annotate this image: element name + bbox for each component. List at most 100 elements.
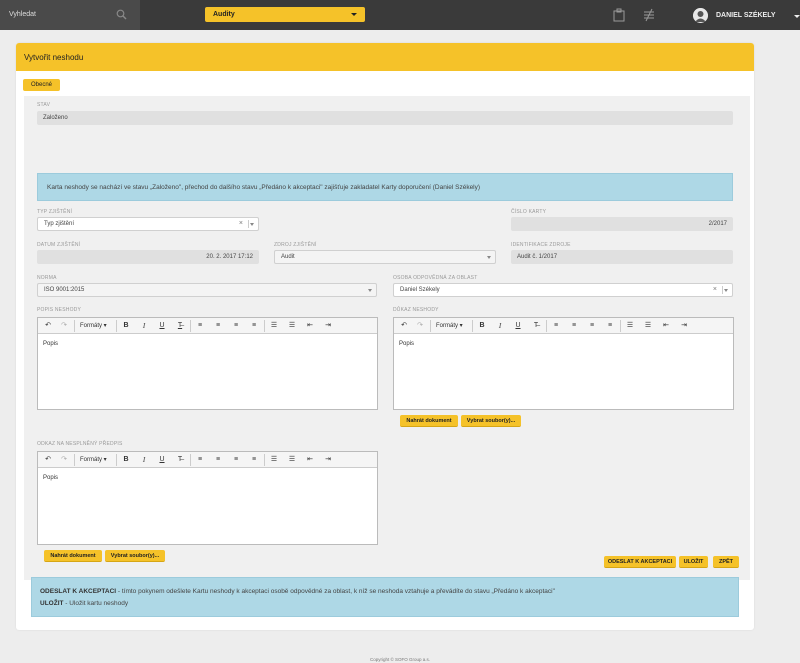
send-to-acceptance-button[interactable]: ODESLAT K AKCEPTACI [604,556,676,568]
avatar[interactable] [693,8,708,23]
datum-field: 20. 2. 2017 17:12 [37,250,259,264]
help-line-save: ULOŽIT - Uložit kartu neshody [40,600,128,607]
bullet-list-icon[interactable]: ☰ [268,455,280,465]
popis-editor[interactable]: ↶ ↷ Formáty ▾ B I U T̶ ≡ ≡ ≡ ≡ ☰ ☰ ⇤ ⇥ P… [37,317,378,410]
align-justify-icon[interactable]: ≡ [248,455,260,465]
stav-label: STAV [37,102,51,108]
predpis-editor[interactable]: ↶ ↷ Formáty ▾ B I U T̶ ≡ ≡ ≡ ≡ ☰ ☰ ⇤ ⇥ P… [37,451,378,545]
toolbar-divider [430,320,431,332]
numbered-list-icon[interactable]: ☰ [642,321,654,331]
save-button[interactable]: ULOŽIT [679,556,708,568]
typ-select[interactable]: Typ zjištění × [37,217,259,231]
formats-label: Formáty [80,457,103,463]
numbered-list-icon[interactable]: ☰ [286,321,298,331]
search-icon[interactable] [116,9,127,22]
card-header: Vytvořit neshodu [16,43,754,71]
bold-button[interactable]: B [120,321,132,331]
popis-label: POPIS NESHODY [37,307,81,313]
module-select[interactable]: Audity [205,7,365,22]
underline-button[interactable]: U [512,321,524,331]
undo-icon[interactable]: ↶ [42,455,54,465]
align-left-icon[interactable]: ≡ [194,321,206,331]
outdent-icon[interactable]: ⇤ [304,455,316,465]
chevron-down-icon[interactable] [250,223,254,226]
align-left-icon[interactable]: ≡ [550,321,562,331]
bold-button[interactable]: B [476,321,488,331]
italic-button[interactable]: I [138,455,150,465]
chevron-down-icon[interactable] [794,15,800,18]
clear-format-button[interactable]: T̶ [174,455,186,465]
clear-format-button[interactable]: T̶ [530,321,542,331]
underline-button[interactable]: U [156,455,168,465]
toolbar-divider [74,454,75,466]
toolbar-divider [620,320,621,332]
zdroj-select: Audit [274,250,496,264]
list-strike-icon[interactable] [642,8,656,24]
user-name[interactable]: DANIEL SZÉKELY [716,12,776,19]
toolbar-divider [116,454,117,466]
dukaz-editor[interactable]: ↶ ↷ Formáty ▾ B I U T̶ ≡ ≡ ≡ ≡ ☰ ☰ ⇤ ⇥ P… [393,317,734,410]
help-line-send: ODESLAT K AKCEPTACI - tímto pokynem odeš… [40,588,555,595]
help-send-text: - tímto pokynem odešlete Kartu neshody k… [116,588,555,595]
search-box[interactable]: Vyhledat [0,0,140,30]
align-justify-icon[interactable]: ≡ [248,321,260,331]
formats-dropdown[interactable]: Formáty ▾ [80,321,107,331]
indent-icon[interactable]: ⇥ [678,321,690,331]
stav-field: Založeno [37,111,733,125]
underline-button[interactable]: U [156,321,168,331]
editor-content[interactable]: Popis [43,475,58,481]
formats-label: Formáty [80,323,103,329]
search-input[interactable]: Vyhledat [9,11,36,18]
bold-button[interactable]: B [120,455,132,465]
choose-files-button[interactable]: Vybrat soubor(y)... [461,415,521,427]
ident-field: Audit č. 1/2017 [511,250,733,264]
indent-icon[interactable]: ⇥ [322,455,334,465]
formats-dropdown[interactable]: Formáty ▾ [80,455,107,465]
chevron-down-icon [351,13,357,16]
top-bar: Vyhledat Audity DANIEL SZÉKELY [0,0,800,30]
indent-icon[interactable]: ⇥ [322,321,334,331]
redo-icon[interactable]: ↷ [58,321,70,331]
chevron-down-icon [487,256,491,259]
align-right-icon[interactable]: ≡ [230,321,242,331]
select-divider [722,286,723,294]
align-center-icon[interactable]: ≡ [568,321,580,331]
align-center-icon[interactable]: ≡ [212,455,224,465]
redo-icon[interactable]: ↷ [58,455,70,465]
undo-icon[interactable]: ↶ [42,321,54,331]
clear-icon[interactable]: × [713,284,717,296]
italic-button[interactable]: I [494,321,506,331]
align-right-icon[interactable]: ≡ [586,321,598,331]
clear-icon[interactable]: × [239,218,243,230]
tab-general[interactable]: Obecné [23,79,60,91]
predpis-label: ODKAZ NA NESPLNĚNÝ PŘEDPIS [37,441,123,447]
outdent-icon[interactable]: ⇤ [304,321,316,331]
osoba-select[interactable]: Daniel Székely × [393,283,733,297]
toolbar-divider [264,454,265,466]
upload-document-button[interactable]: Nahrát dokument [400,415,458,427]
editor-content[interactable]: Popis [399,341,414,347]
formats-dropdown[interactable]: Formáty ▾ [436,321,463,331]
bullet-list-icon[interactable]: ☰ [268,321,280,331]
footer-copyright: Copyright © SOFO Group a.s. [369,657,431,662]
clipboard-icon[interactable] [613,8,625,24]
align-left-icon[interactable]: ≡ [194,455,206,465]
undo-icon[interactable]: ↶ [398,321,410,331]
chevron-down-icon [368,289,372,292]
toolbar-divider [74,320,75,332]
redo-icon[interactable]: ↷ [414,321,426,331]
editor-content[interactable]: Popis [43,341,58,347]
chevron-down-icon[interactable] [724,289,728,292]
numbered-list-icon[interactable]: ☰ [286,455,298,465]
dukaz-label: DŮKAZ NESHODY [393,307,439,313]
outdent-icon[interactable]: ⇤ [660,321,672,331]
back-button[interactable]: ZPĚT [713,556,739,568]
align-center-icon[interactable]: ≡ [212,321,224,331]
align-right-icon[interactable]: ≡ [230,455,242,465]
align-justify-icon[interactable]: ≡ [604,321,616,331]
choose-files-button[interactable]: Vybrat soubor(y)... [105,550,165,562]
clear-format-button[interactable]: T̶ [174,321,186,331]
upload-document-button[interactable]: Nahrát dokument [44,550,102,562]
bullet-list-icon[interactable]: ☰ [624,321,636,331]
italic-button[interactable]: I [138,321,150,331]
